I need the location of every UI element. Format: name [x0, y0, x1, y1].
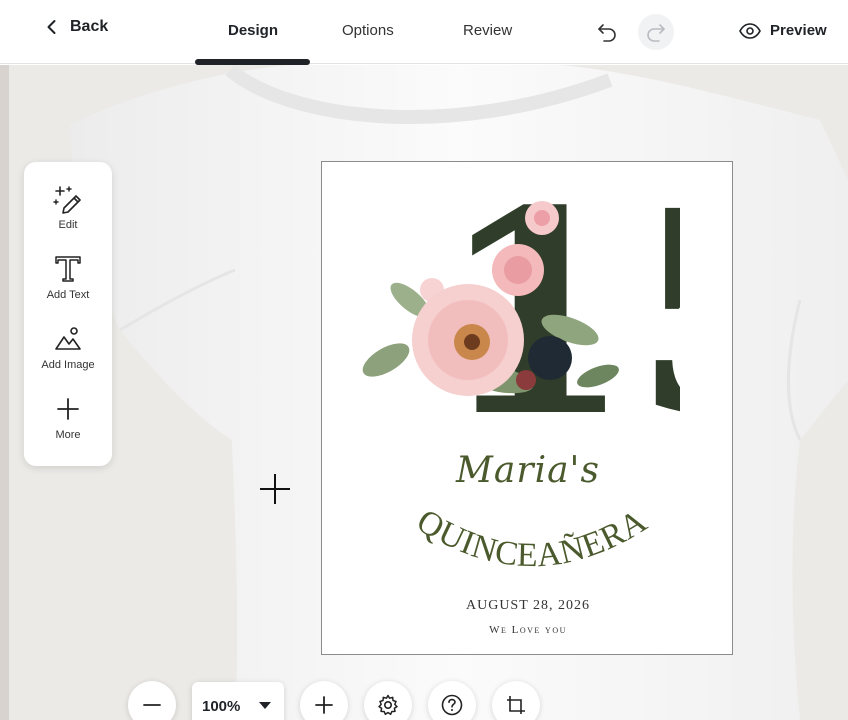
tagline-text[interactable]: We Love you: [322, 624, 734, 636]
design-area[interactable]: 15 Maria's QUINCEAÑERA AUGUST 28, 2026 W…: [321, 161, 733, 655]
preview-label: Preview: [770, 22, 827, 39]
zoom-select[interactable]: 100%: [192, 682, 284, 720]
more-tools-label: More: [55, 429, 81, 441]
back-button[interactable]: Back: [44, 18, 108, 36]
plus-icon: [57, 398, 79, 420]
top-bar: Back Design Options Review Preview: [0, 0, 848, 65]
tab-options[interactable]: Options: [342, 22, 394, 39]
help-icon: [441, 694, 463, 716]
add-text-button[interactable]: Add Text: [24, 254, 112, 314]
text-t-icon: [55, 256, 81, 282]
redo-button[interactable]: [638, 14, 674, 50]
title-text: QUINCEAÑERA: [410, 502, 653, 574]
add-text-label: Add Text: [46, 289, 90, 301]
image-icon: [55, 327, 81, 350]
edit-tool-label: Edit: [58, 219, 78, 231]
canvas-edge: [0, 65, 9, 720]
zoom-value: 100%: [202, 697, 241, 715]
undo-button[interactable]: [589, 14, 625, 50]
magic-pencil-icon: [53, 186, 81, 214]
tool-panel: Edit Add Text Add Image More: [24, 162, 112, 466]
edit-tool-button[interactable]: Edit: [24, 184, 112, 244]
undo-icon: [598, 24, 616, 42]
eye-icon: [739, 22, 761, 39]
add-image-button[interactable]: Add Image: [24, 324, 112, 384]
chevron-left-icon: [47, 20, 56, 34]
crosshair-cursor-icon: [260, 474, 290, 504]
crop-icon: [507, 696, 525, 714]
caret-down-icon: [259, 702, 271, 709]
back-label: Back: [70, 18, 109, 35]
tab-design[interactable]: Design: [228, 22, 278, 39]
add-image-label: Add Image: [41, 359, 95, 371]
plus-icon: [315, 696, 333, 714]
redo-icon: [647, 24, 665, 42]
date-text[interactable]: AUGUST 28, 2026: [322, 598, 734, 614]
svg-text:QUINCEAÑERA: QUINCEAÑERA: [410, 502, 653, 574]
floral-15-artwork[interactable]: 15: [350, 180, 680, 430]
preview-button[interactable]: Preview: [739, 22, 827, 39]
gear-icon: [378, 694, 398, 716]
minus-icon: [143, 704, 161, 706]
more-tools-button[interactable]: More: [24, 394, 112, 454]
title-arc-text[interactable]: QUINCEAÑERA: [372, 480, 692, 590]
tab-review[interactable]: Review: [463, 22, 512, 39]
